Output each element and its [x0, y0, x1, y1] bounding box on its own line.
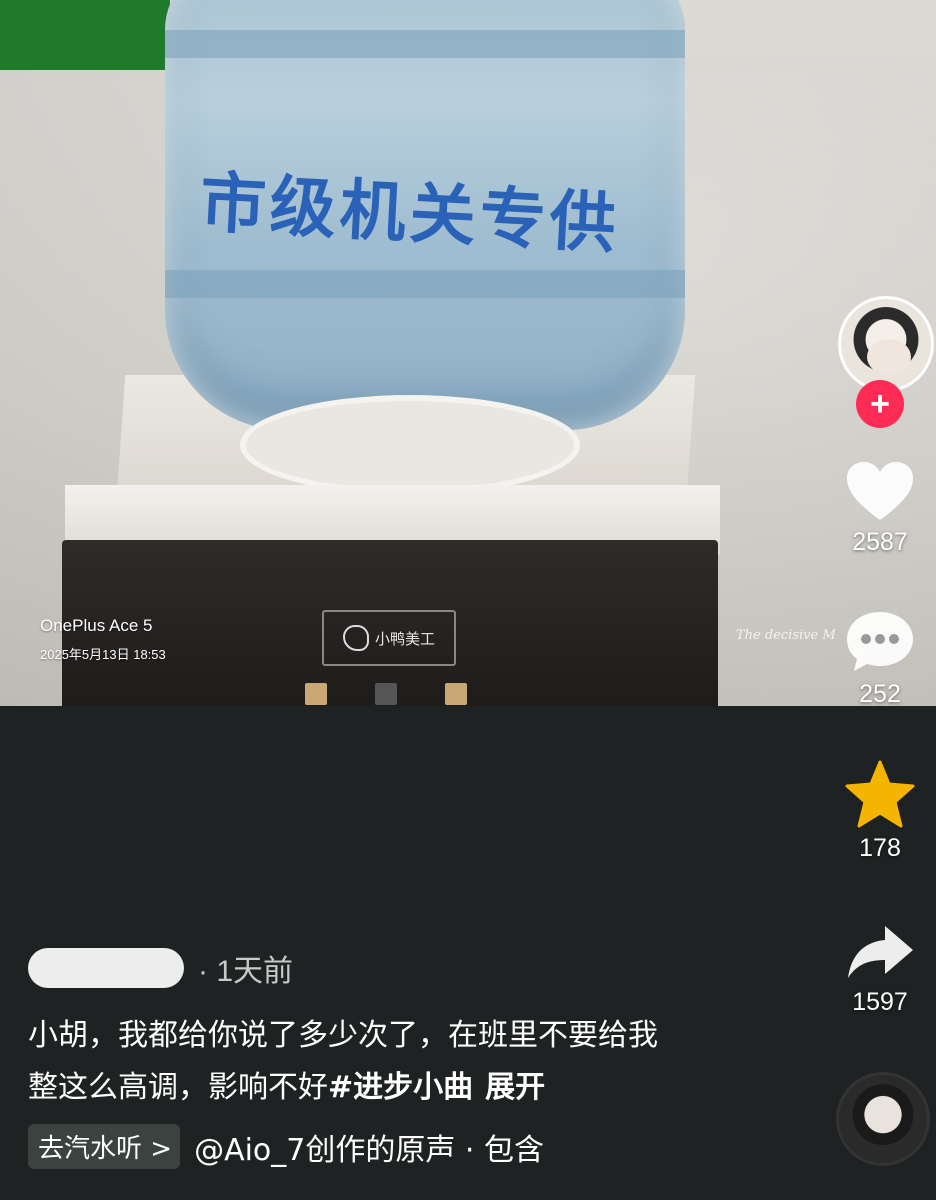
dispenser-button: [445, 683, 467, 705]
background-green-object: [0, 0, 170, 70]
music-disc[interactable]: [836, 1072, 930, 1166]
post-time: · 1天前: [198, 955, 294, 988]
follow-button[interactable]: +: [856, 380, 904, 428]
favorite-count: 178: [859, 834, 901, 862]
hashtag-link[interactable]: #进步小曲: [328, 1070, 473, 1105]
caption-line-2: 整这么高调，影响不好#进步小曲 展开: [28, 1062, 748, 1114]
water-bottle: 市级机关专供: [165, 0, 685, 430]
duck-icon: [342, 625, 369, 651]
bottle-ridge: [165, 30, 685, 58]
music-credit[interactable]: @Aio_7创作的原声 · 包含: [194, 1125, 544, 1169]
plus-icon: +: [870, 385, 890, 423]
avatar-image: [838, 296, 934, 392]
watermark-model: OnePlus Ace 5: [40, 616, 153, 635]
video-frame[interactable]: 市级机关专供 小鸭美工 OnePlus Ace 5 2025年5月13日 18:…: [0, 0, 936, 706]
watermark-date: 2025年5月13日 18:53: [40, 647, 166, 662]
share-icon: [848, 926, 913, 978]
music-row: 去汽水听 > @Aio_7创作的原声 · 包含: [28, 1124, 544, 1169]
caption-text: 整这么高调，影响不好: [28, 1070, 328, 1105]
favorite-button[interactable]: 178: [836, 760, 924, 863]
action-rail: [820, 0, 936, 1200]
share-button[interactable]: 1597: [836, 922, 924, 1017]
brand-logo: 小鸭美工: [322, 610, 456, 666]
expand-button[interactable]: 展开: [485, 1070, 545, 1105]
dispenser-button: [305, 683, 327, 705]
author-row: · 1天前: [28, 946, 293, 990]
camera-watermark: OnePlus Ace 5 2025年5月13日 18:53: [40, 616, 166, 663]
dispenser-button: [375, 683, 397, 705]
comment-count: 252: [859, 680, 901, 708]
bottle-ridge: [165, 270, 685, 298]
comment-icon: [847, 612, 913, 671]
author-name-redacted[interactable]: [28, 948, 184, 988]
like-button[interactable]: 2587: [836, 460, 924, 557]
bottle-label: 市级机关专供: [197, 164, 622, 263]
brand-label: 小鸭美工: [374, 630, 435, 648]
like-count: 2587: [852, 528, 908, 556]
post-caption[interactable]: 小胡，我都给你说了多少次了，在班里不要给我 整这么高调，影响不好#进步小曲 展开: [28, 1010, 748, 1114]
share-count: 1597: [852, 988, 908, 1016]
star-icon: [845, 760, 915, 828]
heart-icon: [847, 462, 913, 520]
caption-line: 小胡，我都给你说了多少次了，在班里不要给我: [28, 1018, 658, 1053]
listen-on-qishui-button[interactable]: 去汽水听 >: [28, 1124, 181, 1169]
creator-avatar[interactable]: [838, 296, 936, 394]
bottle-neck: [240, 395, 580, 495]
comment-button[interactable]: 252: [836, 608, 924, 709]
